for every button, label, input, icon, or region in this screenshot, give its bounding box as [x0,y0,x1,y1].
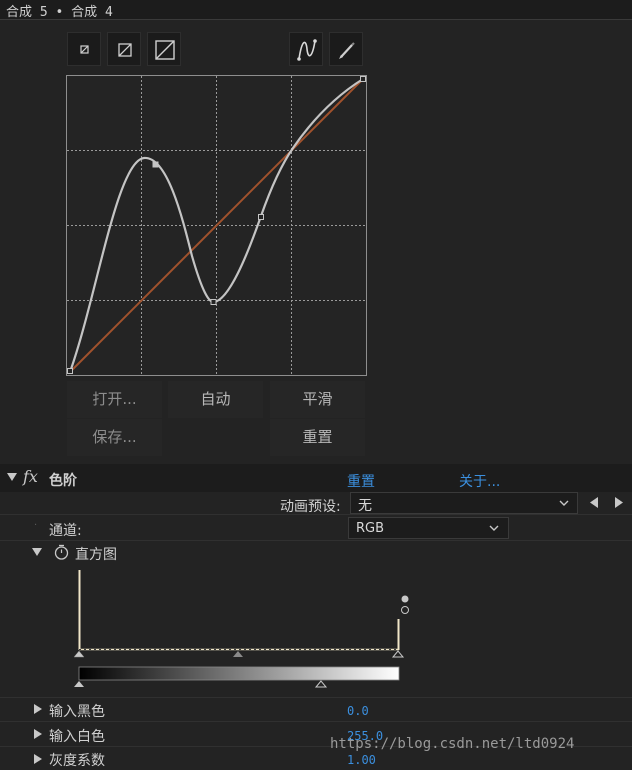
input-white-label: 输入白色 [49,729,105,745]
output-black-slider-handle[interactable] [74,681,84,687]
smooth-button[interactable]: 平滑 [270,381,365,418]
effect-name: 色阶 [49,473,77,489]
output-white-slider-handle[interactable] [314,680,328,688]
expand-triangle-icon[interactable] [7,472,17,482]
input-black-slider-handle[interactable] [73,650,85,658]
histogram-expand-triangle-icon[interactable] [32,547,42,557]
bullet-icon: · [34,520,38,531]
divider [0,697,632,698]
output-gradient-bar [78,666,400,681]
levels-histogram[interactable] [70,564,415,690]
gamma-label: 灰度系数 [49,753,105,769]
large-graph-icon [155,40,175,60]
watermark-text: https://blog.csdn.net/ltd0924 [330,736,575,752]
animation-preset-dropdown[interactable]: 无 [350,492,578,514]
pencil-icon [339,42,355,59]
small-graph-icon [80,45,89,54]
divider [0,514,632,515]
animation-preset-value: 无 [358,498,372,514]
collapsed-triangle-icon[interactable] [33,729,42,739]
save-button[interactable]: 保存... [67,419,162,456]
input-black-label: 输入黑色 [49,704,105,720]
stopwatch-icon[interactable] [54,544,69,560]
histogram-mode-filled-icon[interactable] [401,595,409,603]
curve-point-selected[interactable] [152,161,159,168]
panel-title-bar: 合成 5 • 合成 4 [0,0,632,20]
curve-point-black[interactable] [67,368,73,374]
curve-point-upper[interactable] [258,214,264,220]
input-black-value[interactable]: 0.0 [347,704,369,718]
curve-point-white[interactable] [360,76,366,82]
histogram-mode-outline-icon[interactable] [401,606,409,614]
auto-button[interactable]: 自动 [168,381,263,418]
levels-effect-header [0,464,632,492]
effect-about-link[interactable]: 关于... [459,471,500,491]
channel-label: 通道: [49,523,82,539]
bezier-curve-tool-button[interactable] [289,32,323,66]
composition-tab-title[interactable]: 合成 5 • 合成 4 [6,1,113,20]
curves-graph[interactable] [66,75,367,376]
small-graph-size-button[interactable] [67,32,101,66]
divider [0,721,632,722]
histogram-label: 直方图 [75,547,117,563]
bezier-curve-icon [297,39,317,61]
medium-graph-icon [118,43,132,57]
channel-dropdown[interactable]: RGB [348,517,509,539]
chevron-down-icon [489,525,499,531]
next-preset-icon[interactable] [614,497,624,509]
fx-toggle-icon[interactable]: fx [23,467,38,486]
reset-curve-button[interactable]: 重置 [270,419,365,456]
large-graph-size-button[interactable] [147,32,181,66]
animation-preset-label: 动画预设: [280,499,341,515]
effect-reset-link[interactable]: 重置 [347,471,375,491]
open-button[interactable]: 打开... [67,381,162,418]
curve-point-mid[interactable] [210,299,217,305]
input-gamma-slider-handle[interactable] [233,651,243,657]
pencil-tool-button[interactable] [329,32,363,66]
channel-value: RGB [356,521,385,536]
collapsed-triangle-icon[interactable] [33,704,42,714]
input-white-slider-handle[interactable] [391,650,405,658]
medium-graph-size-button[interactable] [107,32,141,66]
collapsed-triangle-icon[interactable] [33,754,42,764]
chevron-down-icon [559,500,569,506]
previous-preset-icon[interactable] [589,497,599,509]
divider [0,540,632,541]
